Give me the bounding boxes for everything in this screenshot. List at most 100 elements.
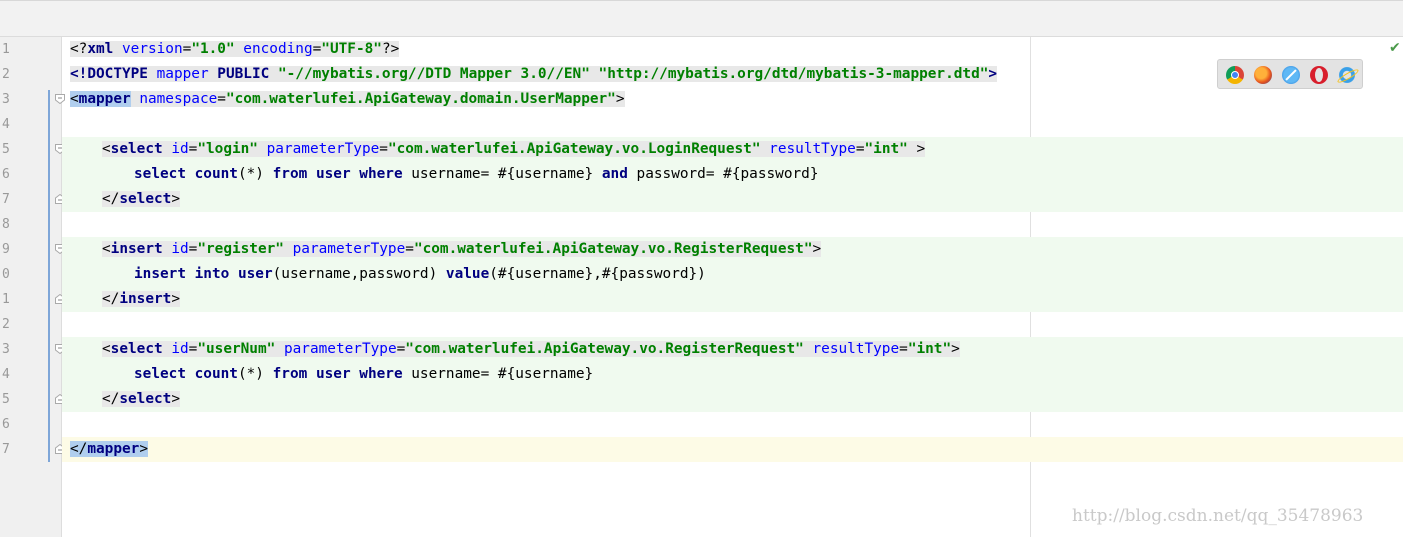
token: > bbox=[907, 141, 926, 157]
token: count bbox=[185, 166, 238, 182]
token: "-//mybatis.org//DTD Mapper 3.0//EN" bbox=[269, 66, 590, 82]
token: (*) bbox=[237, 166, 264, 182]
chrome-icon[interactable] bbox=[1226, 66, 1244, 84]
token: </ bbox=[102, 291, 120, 307]
code-line-11[interactable]: </insert> bbox=[62, 287, 1403, 312]
code-line-10[interactable]: insert into user(username,password) valu… bbox=[62, 262, 1403, 287]
code-line-14[interactable]: select count(*) from user where username… bbox=[62, 362, 1403, 387]
code-line-6[interactable]: select count(*) from user where username… bbox=[62, 162, 1403, 187]
token: < bbox=[102, 341, 111, 357]
token: parameterType bbox=[275, 341, 397, 357]
token: < bbox=[102, 241, 111, 257]
token: namespace bbox=[130, 91, 218, 107]
safari-icon[interactable] bbox=[1282, 66, 1300, 84]
token: id bbox=[162, 341, 189, 357]
line-number: 7 bbox=[2, 442, 10, 457]
token: "1.0" bbox=[191, 41, 235, 57]
line-number: 6 bbox=[2, 167, 10, 182]
line-number: 6 bbox=[2, 417, 10, 432]
token: = bbox=[899, 341, 908, 357]
line-number: 0 bbox=[2, 267, 10, 282]
token: resultType bbox=[760, 141, 856, 157]
watermark: http://blog.csdn.net/qq_35478963 bbox=[1072, 506, 1364, 526]
token: insert bbox=[119, 291, 172, 307]
token: (username,password) bbox=[272, 266, 438, 282]
code-line-7[interactable]: </select> bbox=[62, 187, 1403, 212]
token: <? bbox=[70, 41, 88, 57]
token: from bbox=[263, 166, 308, 182]
line-number: 5 bbox=[2, 142, 10, 157]
line-number: 2 bbox=[2, 317, 10, 332]
code-line-17[interactable]: </mapper> bbox=[62, 437, 1403, 462]
token: (#{username},#{password}) bbox=[489, 266, 706, 282]
token: "userNum" bbox=[197, 341, 276, 357]
token: select bbox=[110, 141, 163, 157]
token: > bbox=[171, 291, 180, 307]
token: = bbox=[396, 341, 406, 357]
line-number: 5 bbox=[2, 392, 10, 407]
token: select bbox=[134, 366, 186, 382]
token: > bbox=[615, 91, 625, 107]
token: (*) bbox=[237, 366, 264, 382]
code-line-5[interactable]: <select id="login" parameterType="com.wa… bbox=[62, 137, 1403, 162]
token: into bbox=[185, 266, 230, 282]
code-line-3[interactable]: <mapper namespace="com.waterlufei.ApiGat… bbox=[62, 87, 1403, 112]
token: "com.waterlufei.ApiGateway.vo.RegisterRe… bbox=[413, 241, 813, 257]
inspection-ok-icon[interactable]: ✔ bbox=[1389, 40, 1401, 56]
token: > bbox=[951, 341, 960, 357]
token: where bbox=[350, 166, 403, 182]
token: DOCTYPE bbox=[87, 66, 148, 82]
token: username= #{username} bbox=[402, 366, 594, 382]
token: count bbox=[185, 366, 238, 382]
token: </ bbox=[70, 441, 88, 457]
token: > bbox=[171, 191, 180, 207]
token: "com.waterlufei.ApiGateway.vo.LoginReque… bbox=[387, 141, 761, 157]
token: ?> bbox=[381, 41, 400, 57]
line-number: 4 bbox=[2, 117, 10, 132]
token: id bbox=[162, 141, 189, 157]
token: select bbox=[110, 341, 163, 357]
token: mapper bbox=[147, 66, 209, 82]
line-number: 1 bbox=[2, 292, 10, 307]
line-number: 3 bbox=[2, 92, 10, 107]
token: > bbox=[812, 241, 822, 257]
token: </ bbox=[102, 191, 120, 207]
token: = bbox=[182, 41, 192, 57]
token: and bbox=[593, 166, 628, 182]
token: = bbox=[217, 91, 226, 107]
token: resultType bbox=[803, 341, 900, 357]
token: select bbox=[119, 391, 172, 407]
code-line-15[interactable]: </select> bbox=[62, 387, 1403, 412]
token: < bbox=[70, 91, 79, 107]
token: "login" bbox=[197, 141, 258, 157]
ie-icon[interactable] bbox=[1336, 66, 1360, 85]
editor-tab-bar bbox=[0, 0, 1403, 37]
token: = bbox=[312, 41, 322, 57]
token: > bbox=[139, 441, 148, 457]
token: = bbox=[379, 141, 388, 157]
firefox-icon[interactable] bbox=[1254, 66, 1272, 84]
code-line-2[interactable]: <!DOCTYPE mapper PUBLIC "-//mybatis.org/… bbox=[62, 62, 1403, 87]
token: user bbox=[307, 366, 351, 382]
token: > bbox=[988, 66, 998, 82]
token: from bbox=[263, 366, 308, 382]
line-number: 7 bbox=[2, 192, 10, 207]
token: "com.waterlufei.ApiGateway.vo.RegisterRe… bbox=[405, 341, 804, 357]
token: where bbox=[350, 366, 403, 382]
token: select bbox=[134, 166, 186, 182]
token: = bbox=[405, 241, 414, 257]
browser-preview-toolbar bbox=[1217, 59, 1363, 89]
token: "register" bbox=[197, 241, 284, 257]
token: "http://mybatis.org/dtd/mybatis-3-mapper… bbox=[589, 66, 989, 82]
code-line-1[interactable]: <?xml version="1.0" encoding="UTF-8"?> bbox=[62, 37, 1403, 62]
token: mapper bbox=[78, 91, 131, 107]
token: encoding bbox=[234, 41, 313, 57]
opera-icon[interactable] bbox=[1310, 66, 1328, 84]
token: username= #{username} bbox=[402, 166, 594, 182]
code-line-9[interactable]: <insert id="register" parameterType="com… bbox=[62, 237, 1403, 262]
token: value bbox=[437, 266, 490, 282]
token: user bbox=[229, 266, 273, 282]
token: parameterType bbox=[257, 141, 380, 157]
token: "UTF-8" bbox=[321, 41, 382, 57]
code-line-13[interactable]: <select id="userNum" parameterType="com.… bbox=[62, 337, 1403, 362]
